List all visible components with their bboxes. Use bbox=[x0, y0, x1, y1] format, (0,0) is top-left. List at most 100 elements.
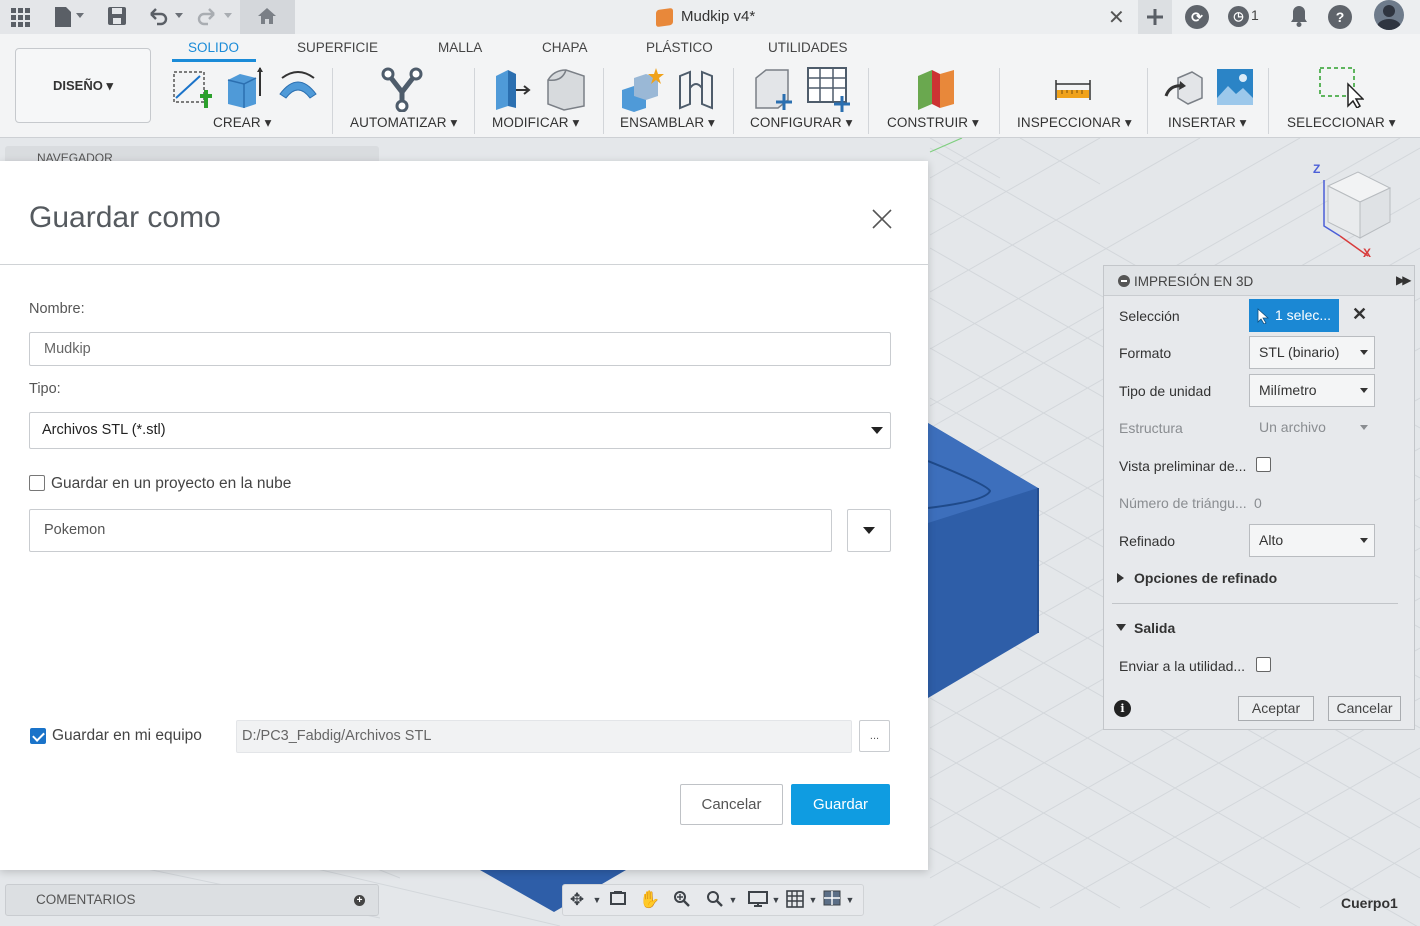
view-cube[interactable] bbox=[1310, 160, 1400, 260]
selection-button[interactable]: 1 selec... bbox=[1249, 299, 1339, 332]
cloud-project-checkbox[interactable] bbox=[29, 475, 45, 491]
automate-icon[interactable] bbox=[380, 66, 426, 115]
tab-superficie[interactable]: SUPERFICIE bbox=[297, 40, 378, 55]
group-configurar[interactable]: CONFIGURAR ▾ bbox=[750, 115, 852, 131]
workspace-dropdown[interactable]: DISEÑO ▾ bbox=[15, 48, 151, 123]
insert-derive-icon[interactable] bbox=[1164, 68, 1204, 113]
ribbon-divider bbox=[603, 68, 604, 134]
dialog-title: Guardar como bbox=[29, 201, 221, 234]
sync-icon[interactable]: ⟳ bbox=[1185, 5, 1209, 29]
tab-malla[interactable]: MALLA bbox=[438, 40, 482, 55]
group-crear[interactable]: CREAR ▾ bbox=[213, 115, 271, 131]
group-ensamblar[interactable]: ENSAMBLAR ▾ bbox=[620, 115, 715, 131]
project-field[interactable]: Pokemon bbox=[29, 509, 832, 552]
new-component-icon[interactable] bbox=[620, 68, 664, 115]
orbit-icon[interactable]: ✥ bbox=[567, 890, 587, 910]
select-icon[interactable] bbox=[1318, 66, 1365, 111]
tab-chapa[interactable]: CHAPA bbox=[542, 40, 588, 55]
chevron-down-icon[interactable]: ▼ bbox=[840, 890, 860, 910]
collapse-icon[interactable] bbox=[1118, 275, 1130, 287]
chevron-down-icon[interactable] bbox=[175, 13, 183, 18]
home-tab[interactable] bbox=[240, 0, 295, 34]
bell-icon[interactable] bbox=[1289, 4, 1309, 31]
group-seleccionar[interactable]: SELECCIONAR ▾ bbox=[1287, 115, 1396, 131]
panel-header[interactable]: IMPRESIÓN EN 3D ▶▶ bbox=[1104, 266, 1414, 296]
undo-icon[interactable] bbox=[147, 6, 169, 28]
chevron-down-icon[interactable]: ▼ bbox=[803, 890, 823, 910]
browse-button[interactable]: ... bbox=[859, 720, 890, 752]
send-utility-checkbox[interactable] bbox=[1256, 657, 1271, 672]
insert-canvas-icon[interactable] bbox=[1216, 68, 1254, 109]
zoom-icon[interactable] bbox=[672, 890, 692, 910]
chevron-down-icon[interactable]: ▼ bbox=[587, 890, 607, 910]
unit-select[interactable]: Milímetro bbox=[1249, 374, 1375, 407]
add-comment-icon[interactable]: + bbox=[354, 895, 365, 906]
save-icon[interactable] bbox=[106, 6, 128, 28]
chevron-down-icon[interactable]: ▼ bbox=[723, 890, 743, 910]
group-insertar[interactable]: INSERTAR ▾ bbox=[1168, 115, 1247, 131]
configuration-table-icon[interactable] bbox=[806, 66, 852, 115]
close-tab-button[interactable]: ✕ bbox=[1108, 5, 1125, 30]
display-settings-icon[interactable] bbox=[748, 890, 768, 910]
create-sketch-icon[interactable] bbox=[170, 68, 214, 113]
document-cube-icon bbox=[656, 7, 673, 28]
format-select[interactable]: STL (binario) bbox=[1249, 336, 1375, 369]
fit-icon[interactable] bbox=[705, 890, 725, 910]
local-path-field[interactable]: D:/PC3_Fabdig/Archivos STL bbox=[236, 720, 852, 753]
close-icon[interactable] bbox=[870, 207, 894, 231]
home-icon[interactable] bbox=[256, 6, 278, 28]
document-title: Mudkip v4* bbox=[681, 8, 756, 25]
refine-select[interactable]: Alto bbox=[1249, 524, 1375, 557]
press-pull-icon[interactable] bbox=[492, 66, 532, 115]
clock-icon[interactable]: ◷ bbox=[1228, 6, 1249, 27]
group-construir[interactable]: CONSTRUIR ▾ bbox=[887, 115, 979, 131]
grid-icon[interactable] bbox=[9, 6, 31, 28]
navigator-panel[interactable]: NAVEGADOR bbox=[5, 146, 379, 162]
chevron-down-icon[interactable]: ▼ bbox=[766, 890, 786, 910]
panel-cancel-button[interactable]: Cancelar bbox=[1328, 696, 1401, 721]
file-icon[interactable] bbox=[52, 6, 74, 28]
tab-solido[interactable]: SOLIDO bbox=[188, 40, 239, 55]
avatar[interactable] bbox=[1374, 0, 1404, 30]
cancel-button[interactable]: Cancelar bbox=[680, 784, 783, 825]
clear-selection-icon[interactable]: ✕ bbox=[1352, 304, 1367, 325]
ribbon: DISEÑO ▾ SOLIDO SUPERFICIE MALLA CHAPA P… bbox=[0, 34, 1420, 138]
project-dropdown-button[interactable] bbox=[847, 509, 891, 552]
refine-options-section[interactable]: Opciones de refinado bbox=[1134, 570, 1277, 586]
chevron-right-icon[interactable] bbox=[1117, 573, 1124, 583]
extrude-icon[interactable] bbox=[224, 66, 264, 113]
info-icon[interactable]: i bbox=[1114, 700, 1131, 717]
group-automatizar[interactable]: AUTOMATIZAR ▾ bbox=[350, 115, 457, 131]
measure-icon[interactable] bbox=[1054, 78, 1092, 105]
accept-button[interactable]: Aceptar bbox=[1238, 696, 1314, 721]
file-type-select[interactable]: Archivos STL (*.stl) bbox=[29, 412, 891, 449]
navigation-toolbar: ✥ ▼ ✋ ▼ ▼ ▼ ▼ bbox=[562, 884, 864, 916]
chevron-down-icon[interactable] bbox=[76, 13, 84, 18]
fillet-icon[interactable] bbox=[544, 66, 588, 115]
group-inspeccionar[interactable]: INSPECCIONAR ▾ bbox=[1017, 115, 1132, 131]
tab-utilidades[interactable]: UTILIDADES bbox=[768, 40, 848, 55]
model-body[interactable] bbox=[928, 423, 1040, 698]
construct-plane-icon[interactable] bbox=[914, 68, 956, 113]
local-save-checkbox[interactable] bbox=[30, 728, 46, 744]
joint-icon[interactable] bbox=[676, 68, 716, 113]
new-tab-button[interactable] bbox=[1138, 0, 1172, 34]
save-button[interactable]: Guardar bbox=[791, 784, 890, 825]
name-field[interactable]: Mudkip bbox=[29, 332, 891, 366]
expand-icon[interactable]: ▶▶ bbox=[1396, 273, 1412, 287]
chevron-down-icon[interactable] bbox=[1116, 624, 1126, 631]
pan-icon[interactable]: ✋ bbox=[639, 890, 660, 910]
preview-checkbox[interactable] bbox=[1256, 457, 1271, 472]
output-section[interactable]: Salida bbox=[1134, 620, 1175, 636]
revolve-icon[interactable] bbox=[276, 68, 320, 111]
chevron-down-icon[interactable] bbox=[224, 13, 232, 18]
comments-panel[interactable]: COMENTARIOS + bbox=[5, 884, 379, 916]
grid-settings-icon[interactable] bbox=[785, 890, 805, 910]
group-modificar[interactable]: MODIFICAR ▾ bbox=[492, 115, 579, 131]
help-icon[interactable]: ? bbox=[1328, 5, 1352, 29]
viewports-icon[interactable] bbox=[822, 890, 842, 910]
configure-icon[interactable] bbox=[752, 66, 798, 115]
look-at-icon[interactable] bbox=[608, 890, 628, 910]
tab-plastico[interactable]: PLÁSTICO bbox=[646, 40, 713, 55]
redo-icon[interactable] bbox=[196, 6, 218, 28]
